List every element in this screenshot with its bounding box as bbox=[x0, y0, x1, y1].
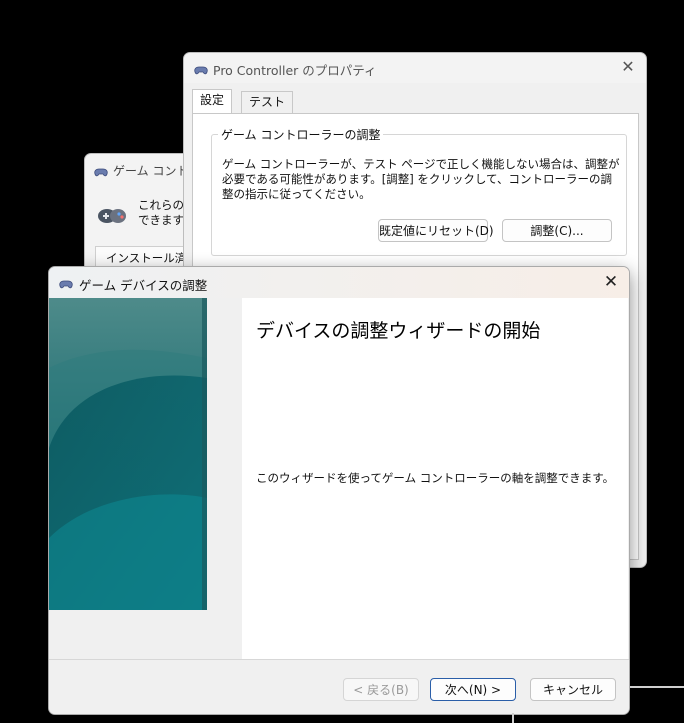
desktop-line bbox=[512, 713, 514, 723]
wizard-content: デバイスの調整ウィザードの開始 このウィザードを使ってゲーム コントローラーの軸… bbox=[242, 298, 628, 659]
desktop-line bbox=[630, 686, 684, 688]
wizard-description: このウィザードを使ってゲーム コントローラーの軸を調整できます。 bbox=[256, 471, 615, 485]
close-icon[interactable]: ✕ bbox=[618, 57, 638, 77]
calibration-group: ゲーム コントローラーの調整 ゲーム コントローラーが、テスト ページで正しく機… bbox=[211, 126, 627, 256]
gamepad-icon bbox=[97, 204, 127, 232]
group-legend: ゲーム コントローラーの調整 bbox=[218, 126, 384, 143]
wizard-button-bar: < 戻る(B) 次へ(N) > キャンセル bbox=[49, 659, 629, 714]
cancel-button[interactable]: キャンセル bbox=[530, 678, 616, 701]
group-description: ゲーム コントローラーが、テスト ページで正しく機能しない場合は、調整が必要であ… bbox=[222, 157, 620, 201]
tab-settings[interactable]: 設定 bbox=[192, 89, 233, 113]
tab-test[interactable]: テスト bbox=[241, 91, 294, 113]
gamepad-icon bbox=[93, 163, 109, 182]
reset-defaults-button[interactable]: 既定値にリセット(D) bbox=[378, 219, 494, 242]
gamepad-icon bbox=[58, 275, 74, 294]
wizard-side-panel bbox=[49, 298, 242, 658]
calibrate-button[interactable]: 調整(C)... bbox=[502, 219, 612, 242]
close-icon[interactable]: ✕ bbox=[601, 272, 621, 292]
wizard-banner-image bbox=[49, 298, 207, 610]
wizard-heading: デバイスの調整ウィザードの開始 bbox=[256, 320, 541, 342]
window-title: Pro Controller のプロパティ bbox=[213, 63, 377, 78]
next-button[interactable]: 次へ(N) > bbox=[430, 678, 516, 701]
back-button[interactable]: < 戻る(B) bbox=[343, 678, 419, 701]
calibration-wizard-window: ゲーム デバイスの調整 ✕ デバイスの調整ウィザードの開始 このウィザードを使っ… bbox=[48, 266, 630, 715]
window-title: ゲーム デバイスの調整 bbox=[79, 278, 208, 293]
gamepad-icon bbox=[193, 61, 209, 80]
